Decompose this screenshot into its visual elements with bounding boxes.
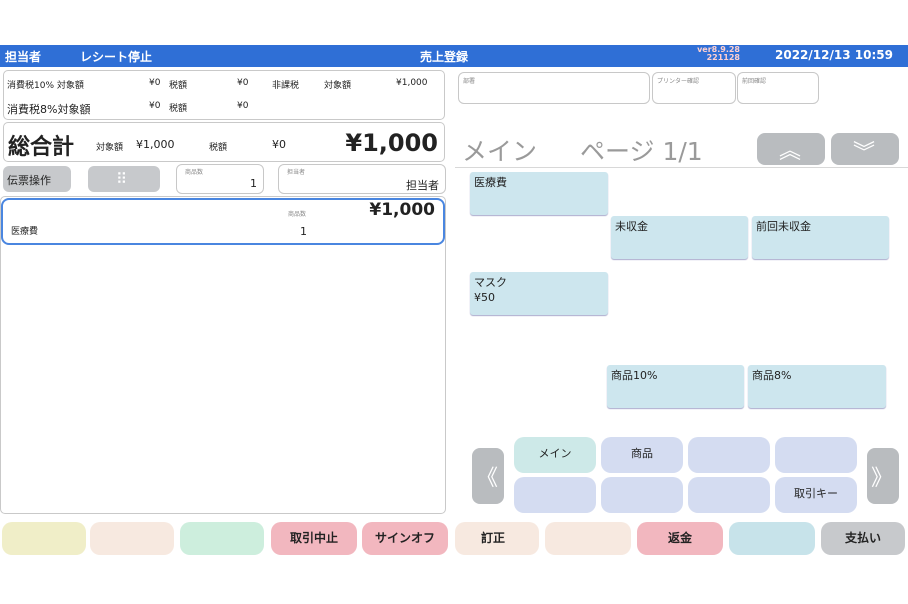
keypad-button[interactable]: ⠿ bbox=[88, 166, 160, 192]
cancel-transaction-button[interactable]: 取引中止 bbox=[271, 522, 357, 555]
department-label: 部署 bbox=[463, 78, 476, 85]
keypad-icon: ⠿ bbox=[116, 170, 127, 188]
screen-title: 売上登録 bbox=[420, 50, 469, 64]
double-chevron-left-icon: 《 bbox=[476, 466, 499, 491]
payment-button[interactable]: 支払い bbox=[821, 522, 905, 555]
double-chevron-up-icon: ︽ bbox=[779, 139, 802, 164]
nontax-label: 非課税 bbox=[272, 81, 300, 91]
tax10-tax: ¥0 bbox=[237, 78, 249, 88]
staff-field[interactable]: 担当者 担当者 bbox=[278, 164, 446, 194]
printer-check-label: プリンター確認 bbox=[657, 78, 700, 85]
total-label: 総合計 bbox=[8, 135, 75, 160]
divider bbox=[455, 167, 908, 168]
prev-check-label: 前回確認 bbox=[742, 78, 767, 85]
category-blank-2[interactable] bbox=[775, 437, 857, 473]
category-next-button[interactable]: 》 bbox=[867, 448, 899, 504]
sign-off-button[interactable]: サインオフ bbox=[362, 522, 448, 555]
total-panel: 総合計 対象額 ¥1,000 税額 ¥0 ¥1,000 bbox=[3, 122, 445, 162]
department-field[interactable]: 部署 bbox=[458, 72, 650, 104]
slip-ops-label: 伝票操作 bbox=[7, 174, 51, 187]
printer-check-field[interactable]: プリンター確認 bbox=[652, 72, 736, 104]
nontax-base: ¥1,000 bbox=[396, 78, 428, 88]
page-down-button[interactable]: ︾ bbox=[831, 133, 899, 166]
tax10-tax-label: 税額 bbox=[169, 81, 188, 91]
total-amount: ¥1,000 bbox=[345, 129, 438, 157]
tax8-tax: ¥0 bbox=[237, 101, 249, 111]
staff-label: 担当者 bbox=[5, 50, 42, 64]
total-tax-label: 税額 bbox=[209, 143, 228, 153]
total-base: ¥1,000 bbox=[136, 138, 175, 151]
item-qty-label: 商品数 bbox=[288, 211, 307, 218]
nontax-base-label: 対象額 bbox=[324, 81, 352, 91]
total-base-label: 対象額 bbox=[96, 143, 124, 153]
item-count-value: 1 bbox=[250, 177, 257, 190]
title-bar: 担当者 レシート停止 売上登録 ver8.9.28 221128 2022/12… bbox=[0, 45, 908, 67]
tax8-base: ¥0 bbox=[149, 101, 161, 111]
category-blank-5[interactable] bbox=[688, 477, 770, 513]
refund-button[interactable]: 返金 bbox=[637, 522, 723, 555]
list-item[interactable]: 医療費 商品数 1 ¥1,000 bbox=[1, 198, 445, 245]
item-count-label: 商品数 bbox=[185, 169, 204, 176]
category-product[interactable]: 商品 bbox=[601, 437, 683, 473]
item-count-field[interactable]: 商品数 1 bbox=[176, 164, 264, 194]
item-name: 医療費 bbox=[11, 227, 39, 237]
tax10-label: 消費税10% 対象額 bbox=[7, 81, 84, 91]
category-blank-3[interactable] bbox=[514, 477, 596, 513]
staff-field-value: 担当者 bbox=[406, 179, 439, 192]
category-main[interactable]: メイン bbox=[514, 437, 596, 473]
datetime: 2022/12/13 10:59 bbox=[775, 48, 893, 62]
total-tax: ¥0 bbox=[272, 138, 286, 151]
tax8-tax-label: 税額 bbox=[169, 104, 188, 114]
page-title: メイン bbox=[462, 137, 538, 166]
staff-field-label: 担当者 bbox=[287, 169, 306, 176]
receipt-stop-label[interactable]: レシート停止 bbox=[80, 48, 152, 65]
product-key-medical[interactable]: 医療費 bbox=[470, 172, 608, 215]
category-blank-1[interactable] bbox=[688, 437, 770, 473]
product-key-item8[interactable]: 商品8% bbox=[748, 365, 886, 408]
slip-ops-button[interactable]: 伝票操作 bbox=[3, 166, 71, 192]
tax8-label: 消費税8%対象額 bbox=[7, 103, 91, 116]
product-key-mask[interactable]: マスク ¥50 bbox=[470, 272, 608, 315]
product-key-item10[interactable]: 商品10% bbox=[607, 365, 744, 408]
bottom-button-1[interactable] bbox=[2, 522, 86, 555]
bottom-button-2[interactable] bbox=[90, 522, 174, 555]
correction-button[interactable]: 訂正 bbox=[455, 522, 539, 555]
page-indicator: ページ 1/1 bbox=[580, 137, 703, 166]
bottom-button-3[interactable] bbox=[180, 522, 264, 555]
prev-check-field[interactable]: 前回確認 bbox=[737, 72, 819, 104]
bottom-button-9[interactable] bbox=[729, 522, 815, 555]
item-price: ¥1,000 bbox=[369, 200, 435, 220]
category-prev-button[interactable]: 《 bbox=[472, 448, 504, 504]
item-qty: 1 bbox=[300, 225, 307, 238]
category-transaction-key[interactable]: 取引キー bbox=[775, 477, 857, 513]
double-chevron-right-icon: 》 bbox=[871, 466, 894, 491]
tax-summary-panel: 消費税10% 対象額 ¥0 税額 ¥0 非課税 対象額 ¥1,000 消費税8%… bbox=[3, 70, 445, 120]
version-info: ver8.9.28 221128 bbox=[697, 45, 740, 62]
product-key-receivable[interactable]: 未収金 bbox=[611, 216, 748, 259]
double-chevron-down-icon: ︾ bbox=[853, 141, 876, 166]
tax10-base: ¥0 bbox=[149, 78, 161, 88]
bottom-button-7[interactable] bbox=[545, 522, 631, 555]
product-key-prev-receivable[interactable]: 前回未収金 bbox=[752, 216, 889, 259]
category-blank-4[interactable] bbox=[601, 477, 683, 513]
page-up-button[interactable]: ︽ bbox=[757, 133, 825, 165]
